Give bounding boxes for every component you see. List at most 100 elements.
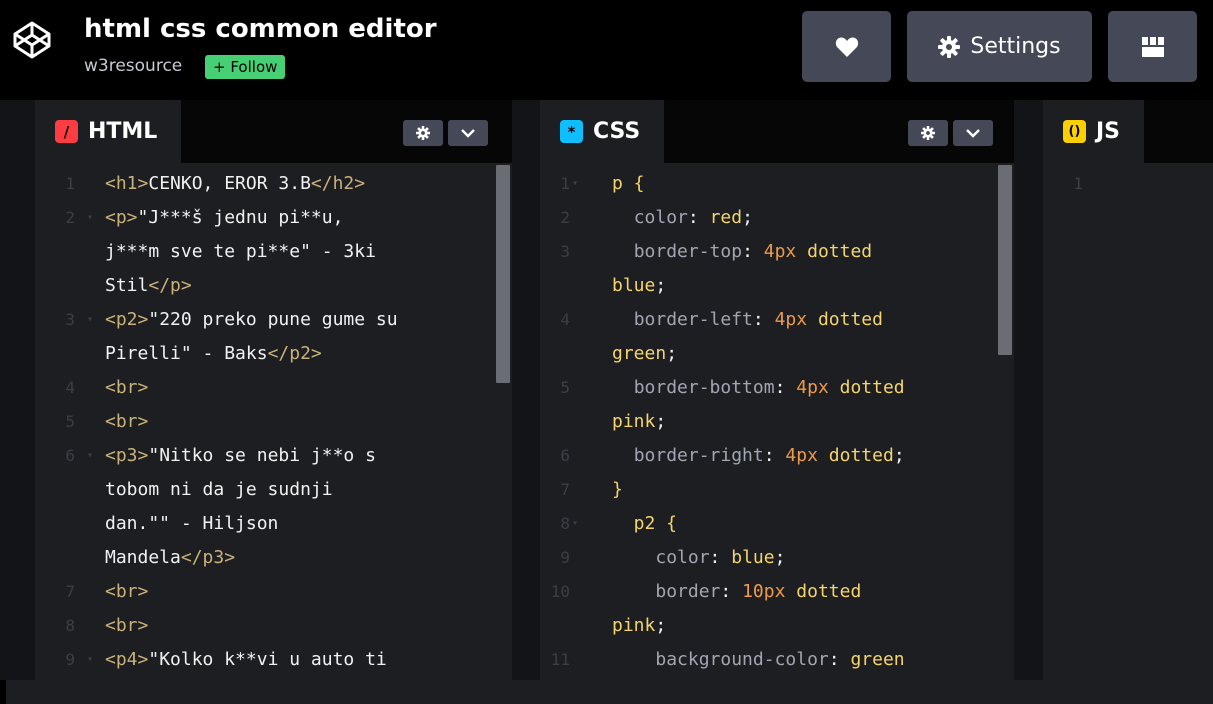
code-text: j***m sve te pi**e" - 3ki [105,241,376,262]
css-tabbar: * CSS [540,100,1014,163]
fold-marker-icon[interactable]: ▾ [87,439,93,473]
resize-handle-html-css[interactable] [512,100,540,680]
code-line[interactable]: Stil</p> [35,269,512,303]
code-text: border-top: 4px dotted [633,241,873,262]
code-text: Stil</p> [105,275,192,296]
tab-css[interactable]: * CSS [540,100,665,163]
html-editor-pane: / HTML 1 <h1>CENKO, EROR 3.B</h2> 2 ▾ <p>"J*… [35,100,512,680]
line-number: 1 [1073,174,1083,193]
code-line[interactable]: 3 border-top: 4px dotted [540,235,1014,269]
code-line[interactable]: tobom ni da je sudnji [35,473,512,507]
code-text: color: blue; [655,547,786,568]
html-collapse-button[interactable] [448,120,488,146]
settings-button[interactable]: Settings [907,11,1092,82]
code-line[interactable]: 2 color: red; [540,201,1014,235]
code-line[interactable]: 6 ▾ <p3>"Nitko se nebi j**o s [35,439,512,473]
line-number: 9 [560,548,570,567]
code-line[interactable]: 8 <br> [35,609,512,643]
change-view-button[interactable] [1108,11,1197,82]
code-line[interactable]: 1 ▾ p { [540,167,1014,201]
html-code-editor[interactable]: 1 <h1>CENKO, EROR 3.B</h2> 2 ▾ <p>"J***š jed… [35,163,512,680]
code-line[interactable]: dan."" - Hiljson [35,507,512,541]
fold-marker-icon[interactable]: ▾ [87,201,93,235]
chevron-down-icon [966,129,980,138]
line-number: 1 [65,174,75,193]
code-line[interactable]: 7} [540,473,1014,507]
owner-name[interactable]: w3resource [84,56,182,76]
left-gutter [0,100,35,680]
code-text: tobom ni da je sudnji [105,479,333,500]
gear-icon [921,126,935,140]
css-collapse-button[interactable] [953,120,993,146]
code-text: pink; [612,615,667,636]
line-number: 3 [560,242,570,261]
code-line[interactable]: Pirelli" - Baks</p2> [35,337,512,371]
js-code-editor[interactable]: 1 [1043,163,1213,680]
line-number: 11 [550,650,570,669]
code-text: color: red; [633,207,753,228]
tab-js[interactable]: () JS [1043,100,1145,163]
code-text: blue; [612,275,667,296]
tab-html-label: HTML [88,119,158,144]
layout-icon [1141,36,1164,57]
code-line[interactable]: 7 <br> [35,575,512,609]
code-line[interactable]: 2 ▾ <p>"J***š jednu pi**u, [35,201,512,235]
css-icon: * [560,120,583,143]
pen-title[interactable]: html css common editor [84,14,437,44]
code-line[interactable]: 6 border-right: 4px dotted; [540,439,1014,473]
html-settings-button[interactable] [403,120,443,146]
js-icon: () [1063,120,1086,143]
fold-marker-icon[interactable]: ▾ [572,167,578,201]
line-number: 3 [65,310,75,329]
code-line[interactable]: 4 border-left: 4px dotted [540,303,1014,337]
settings-label: Settings [970,34,1061,59]
gear-icon [938,35,961,58]
line-number: 10 [550,582,570,601]
fold-marker-icon[interactable]: ▾ [87,643,93,677]
line-number: 4 [65,378,75,397]
code-line[interactable]: 11 background-color: green [540,643,1014,677]
css-scrollbar[interactable] [998,165,1012,355]
fold-marker-icon[interactable]: ▾ [572,507,578,541]
line-number: 7 [560,480,570,499]
code-line[interactable]: 1 <h1>CENKO, EROR 3.B</h2> [35,167,512,201]
heart-button[interactable] [802,11,891,82]
codepen-logo-icon[interactable] [12,20,52,60]
code-line[interactable]: 9 color: blue; [540,541,1014,575]
code-line[interactable]: 4 <br> [35,371,512,405]
fold-marker-icon[interactable]: ▾ [87,303,93,337]
code-line[interactable]: 5 <br> [35,405,512,439]
code-text: } [612,479,623,500]
code-line[interactable]: 1 [1043,167,1213,201]
line-number: 1 [560,174,570,193]
follow-button[interactable]: + Follow [205,55,286,79]
code-text: background-color: green [655,649,905,670]
css-settings-button[interactable] [908,120,948,146]
code-text: <h1>CENKO, EROR 3.B</h2> [105,173,366,194]
line-number: 5 [65,412,75,431]
css-code-editor[interactable]: 1 ▾ p {2 color: red; 3 border-top: 4px dott… [540,163,1014,680]
code-line[interactable]: Mandela</p3> [35,541,512,575]
html-scrollbar[interactable] [496,165,510,383]
code-line[interactable]: 9 ▾ <p4>"Kolko k**vi u auto ti [35,643,512,677]
code-line[interactable]: pink; [540,405,1014,439]
code-line[interactable]: pink; [540,609,1014,643]
top-header: html css common editor w3resource + Foll… [0,0,1213,100]
code-line[interactable]: green; [540,337,1014,371]
code-line[interactable]: 8 ▾ p2 { [540,507,1014,541]
tab-html[interactable]: / HTML [35,100,182,163]
code-line[interactable]: 5 border-bottom: 4px dotted [540,371,1014,405]
chevron-down-icon [461,129,475,138]
code-text: <br> [105,615,149,636]
line-number: 8 [560,514,570,533]
line-number: 6 [560,446,570,465]
line-number: 4 [560,310,570,329]
code-text: dan."" - Hiljson [105,513,279,534]
tab-css-label: CSS [593,119,641,144]
code-line[interactable]: blue; [540,269,1014,303]
code-line[interactable]: 10 border: 10px dotted [540,575,1014,609]
code-line[interactable]: 3 ▾ <p2>"220 preko pune gume su [35,303,512,337]
resize-handle-css-js[interactable] [1014,100,1043,680]
code-line[interactable]: j***m sve te pi**e" - 3ki [35,235,512,269]
code-text: p { [612,173,645,194]
